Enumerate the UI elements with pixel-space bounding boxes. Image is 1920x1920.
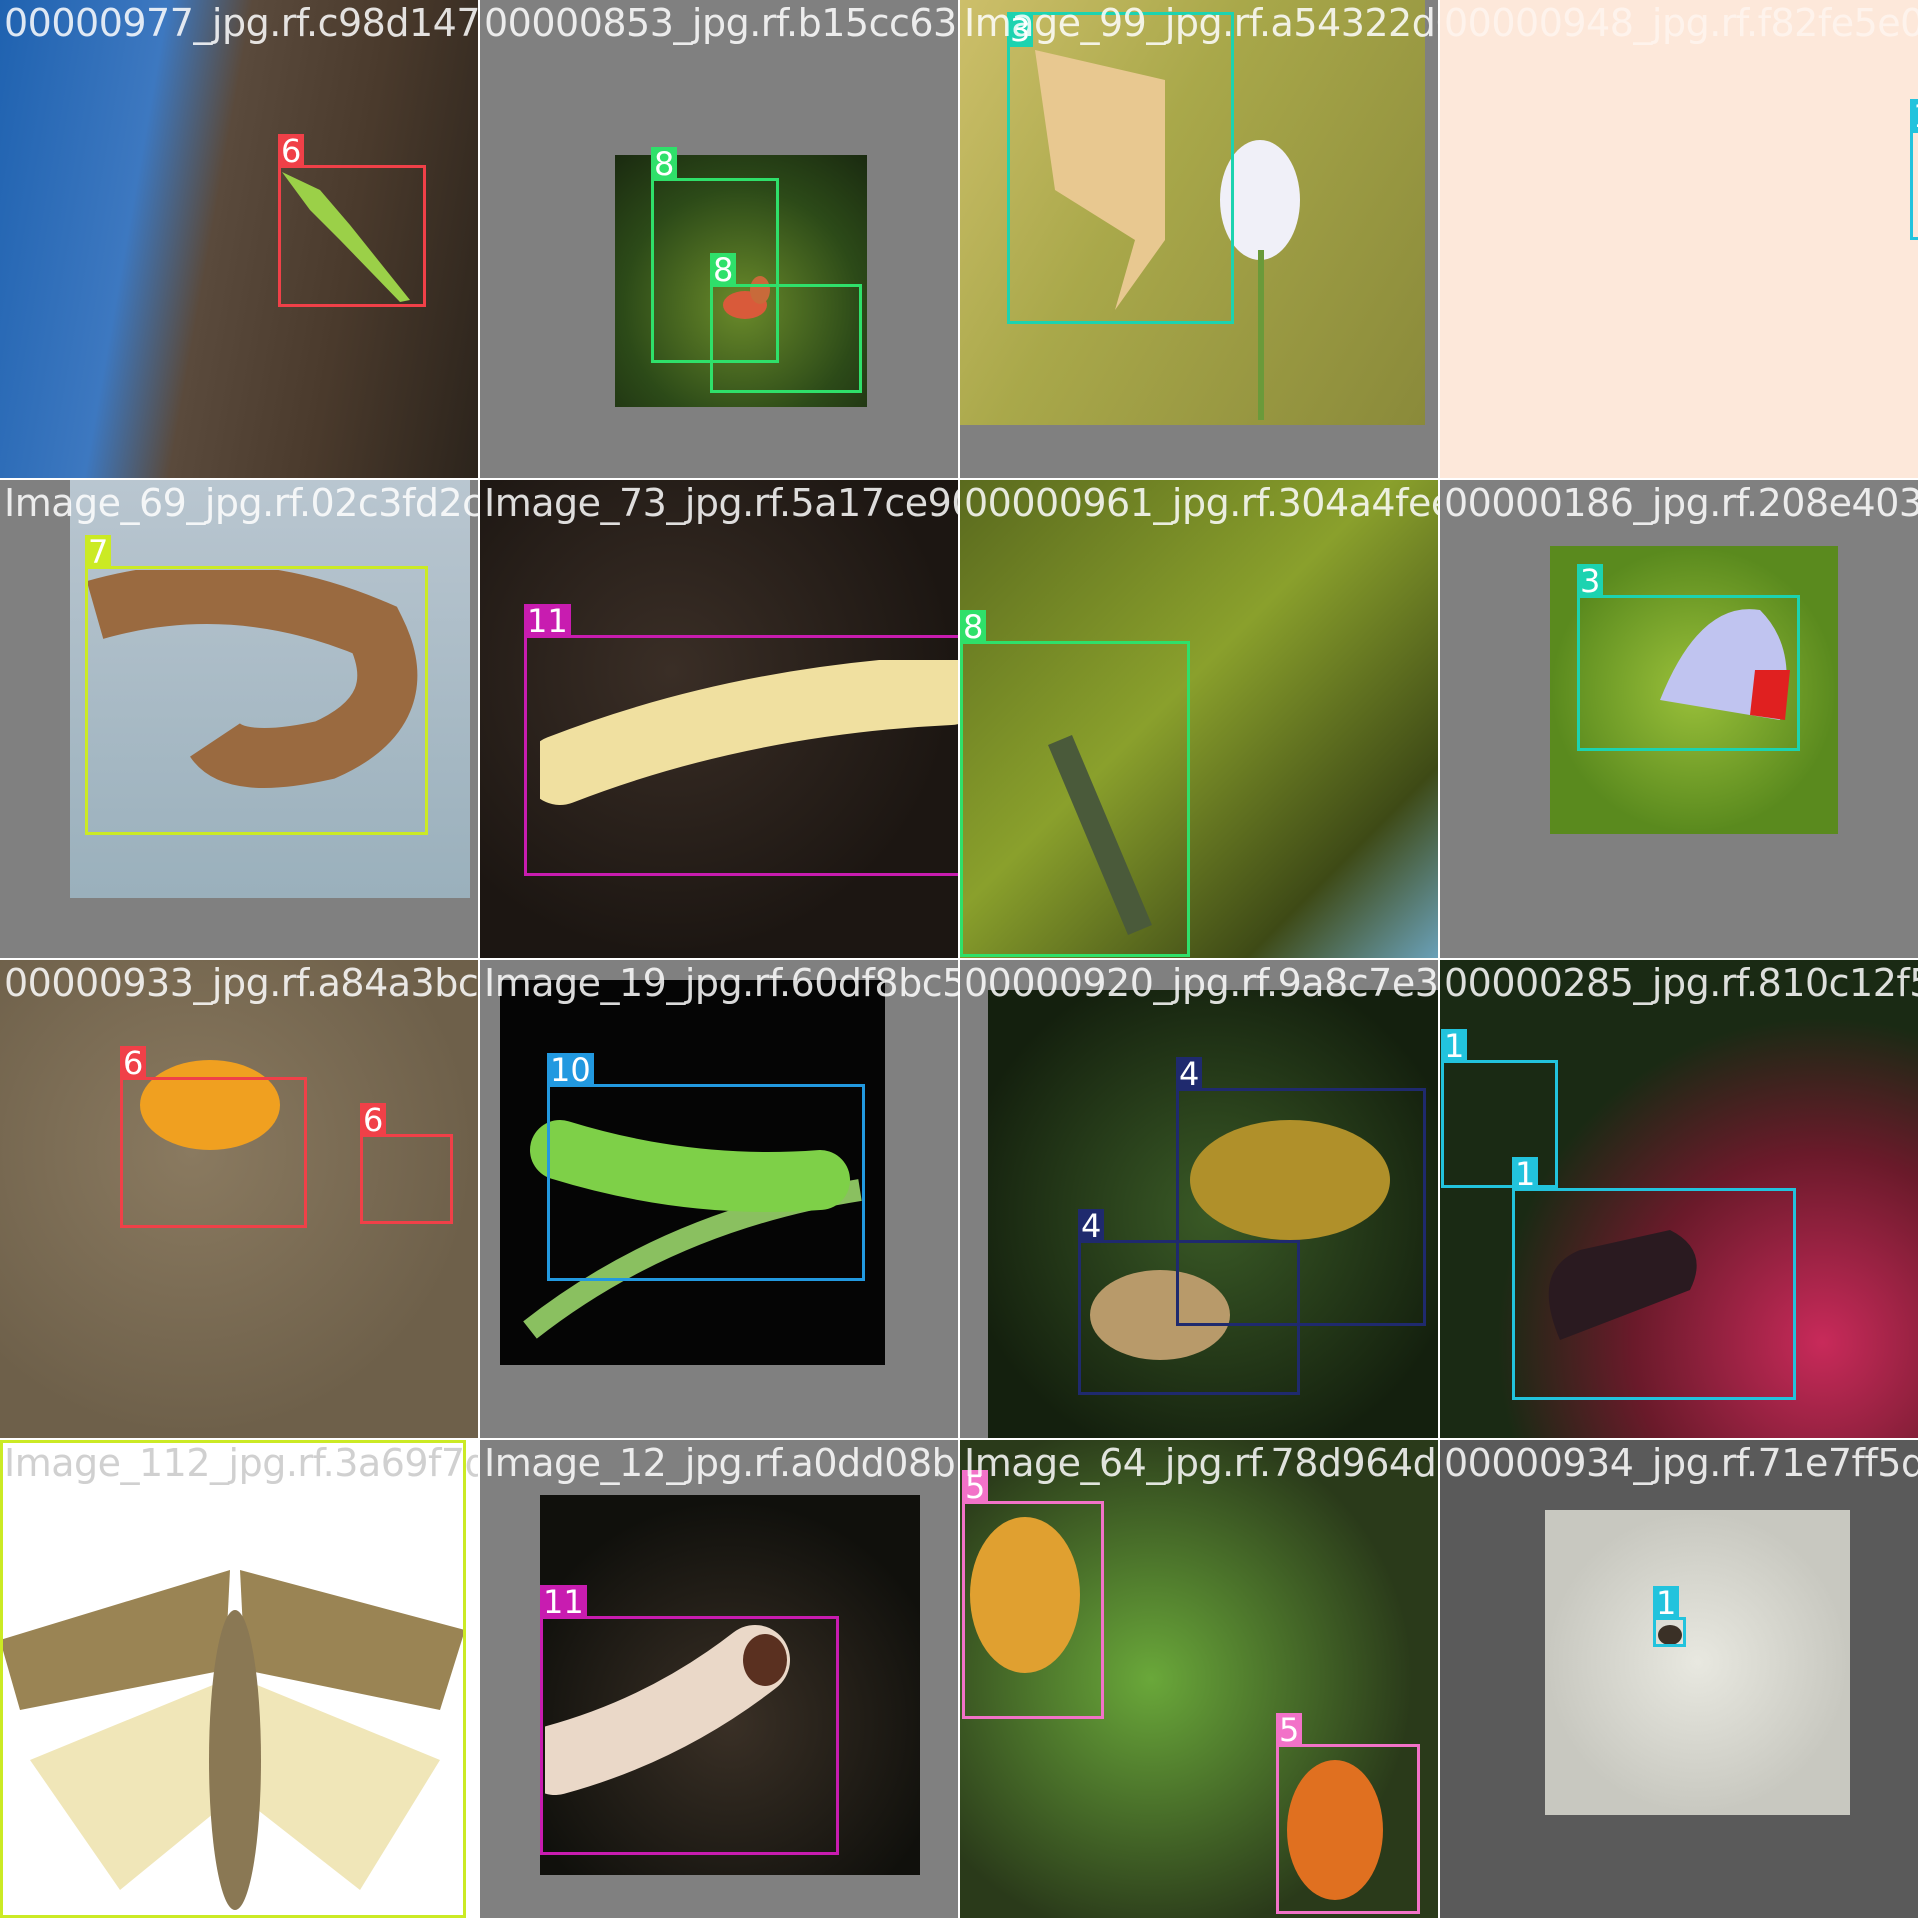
class-label: 1: [1441, 1029, 1468, 1063]
mosaic-tile: 00000186_jpg.rf.208e4034b 3: [1440, 480, 1918, 958]
mosaic-tile: 00000961_jpg.rf.304a4feefe8 8: [960, 480, 1438, 958]
class-label: 1: [1910, 99, 1918, 133]
detection-box[interactable]: 7: [85, 535, 428, 835]
mosaic-tile: 00000948_jpg.rf.f82fe5e05d 1: [1440, 0, 1918, 478]
detection-box[interactable]: 6: [278, 134, 426, 307]
image-filename: 00000934_jpg.rf.71e7ff5d1f: [1444, 1441, 1918, 1485]
image-filename: 00000853_jpg.rf.b15cc634f77b: [484, 1, 958, 45]
class-label: 6: [120, 1046, 147, 1080]
mosaic-tile: Image_112_jpg.rf.3a69f7d7 7: [0, 1440, 478, 1918]
mosaic-tile: 00000934_jpg.rf.71e7ff5d1f 1: [1440, 1440, 1918, 1918]
detection-box[interactable]: 11: [540, 1585, 839, 1855]
class-label: 8: [960, 610, 987, 644]
image-filename: 00000933_jpg.rf.a84a3bc27: [4, 961, 478, 1005]
class-label: 1: [1512, 1157, 1539, 1191]
detection-box[interactable]: 4: [1078, 1209, 1300, 1395]
image-filename: 00000961_jpg.rf.304a4feefe8: [964, 481, 1438, 525]
detection-box[interactable]: 1: [1910, 99, 1918, 240]
image-filename: 00000186_jpg.rf.208e4034b: [1444, 481, 1918, 525]
image-filename: Image_99_jpg.rf.a54322d00c: [964, 1, 1438, 45]
mosaic-tile: 00000933_jpg.rf.a84a3bc27 6 6: [0, 960, 478, 1438]
class-label: 8: [710, 253, 737, 287]
mosaic-grid: 00000977_jpg.rf.c98d147c0 6 00000853_jpg…: [0, 0, 1920, 1920]
tile-photo: [1440, 0, 1918, 478]
detection-box[interactable]: 6: [120, 1046, 307, 1228]
detection-box[interactable]: 5: [962, 1470, 1104, 1719]
mosaic-tile: 00000853_jpg.rf.b15cc634f77b 8 8: [480, 0, 958, 478]
image-filename: 00000948_jpg.rf.f82fe5e05d: [1444, 1, 1918, 45]
image-filename: Image_64_jpg.rf.78d964d6: [964, 1441, 1438, 1485]
class-label: 3: [1577, 564, 1604, 598]
detection-box[interactable]: 8: [960, 610, 1190, 957]
class-label: 4: [1078, 1209, 1105, 1243]
mosaic-tile: Image_73_jpg.rf.5a17ce90e8 11: [480, 480, 958, 958]
image-filename: Image_12_jpg.rf.a0dd08bbb5: [484, 1441, 958, 1485]
class-label: 5: [1276, 1713, 1303, 1747]
detection-box[interactable]: 10: [547, 1053, 865, 1281]
mosaic-tile: Image_19_jpg.rf.60df8bc54 10: [480, 960, 958, 1438]
class-label: 8: [651, 147, 678, 181]
detection-box[interactable]: 1: [1512, 1157, 1796, 1400]
image-filename: 00000977_jpg.rf.c98d147c0: [4, 1, 478, 45]
mosaic-tile: 00000920_jpg.rf.9a8c7e34c 4 4: [960, 960, 1438, 1438]
image-filename: 00000920_jpg.rf.9a8c7e34c: [964, 961, 1438, 1005]
mosaic-tile: 00000285_jpg.rf.810c12f5c7 1 1: [1440, 960, 1918, 1438]
image-filename: Image_69_jpg.rf.02c3fd2cf0: [4, 481, 478, 525]
detection-box[interactable]: 3: [1007, 12, 1234, 324]
mosaic-tile: Image_69_jpg.rf.02c3fd2cf0 7: [0, 480, 478, 958]
class-label: 6: [360, 1103, 387, 1137]
detection-box[interactable]: 11: [524, 604, 958, 876]
image-filename: Image_73_jpg.rf.5a17ce90e8: [484, 481, 958, 525]
image-filename: 00000285_jpg.rf.810c12f5c7: [1444, 961, 1918, 1005]
mosaic-tile: Image_12_jpg.rf.a0dd08bbb5 11: [480, 1440, 958, 1918]
detection-box[interactable]: 3: [1577, 564, 1800, 751]
mosaic-tile: Image_99_jpg.rf.a54322d00c 3: [960, 0, 1438, 478]
mosaic-tile: Image_64_jpg.rf.78d964d6 5 5: [960, 1440, 1438, 1918]
class-label: 7: [85, 535, 112, 569]
image-filename: Image_19_jpg.rf.60df8bc54: [484, 961, 958, 1005]
class-label: 1: [1653, 1586, 1680, 1620]
tile-photo: [1545, 1510, 1850, 1815]
class-label: 11: [524, 604, 571, 638]
class-label: 4: [1176, 1057, 1203, 1091]
detection-box[interactable]: 8: [710, 253, 862, 393]
detection-box[interactable]: 5: [1276, 1713, 1420, 1914]
image-filename: Image_112_jpg.rf.3a69f7d7: [4, 1441, 478, 1485]
detection-box[interactable]: 6: [360, 1103, 453, 1224]
class-label: 6: [278, 134, 305, 168]
class-label: 11: [540, 1585, 587, 1619]
detection-box[interactable]: 1: [1653, 1586, 1686, 1647]
mosaic-tile: 00000977_jpg.rf.c98d147c0 6: [0, 0, 478, 478]
class-label: 10: [547, 1053, 594, 1087]
detection-box[interactable]: 1: [1441, 1029, 1558, 1188]
detection-box[interactable]: 7: [0, 1440, 466, 1918]
